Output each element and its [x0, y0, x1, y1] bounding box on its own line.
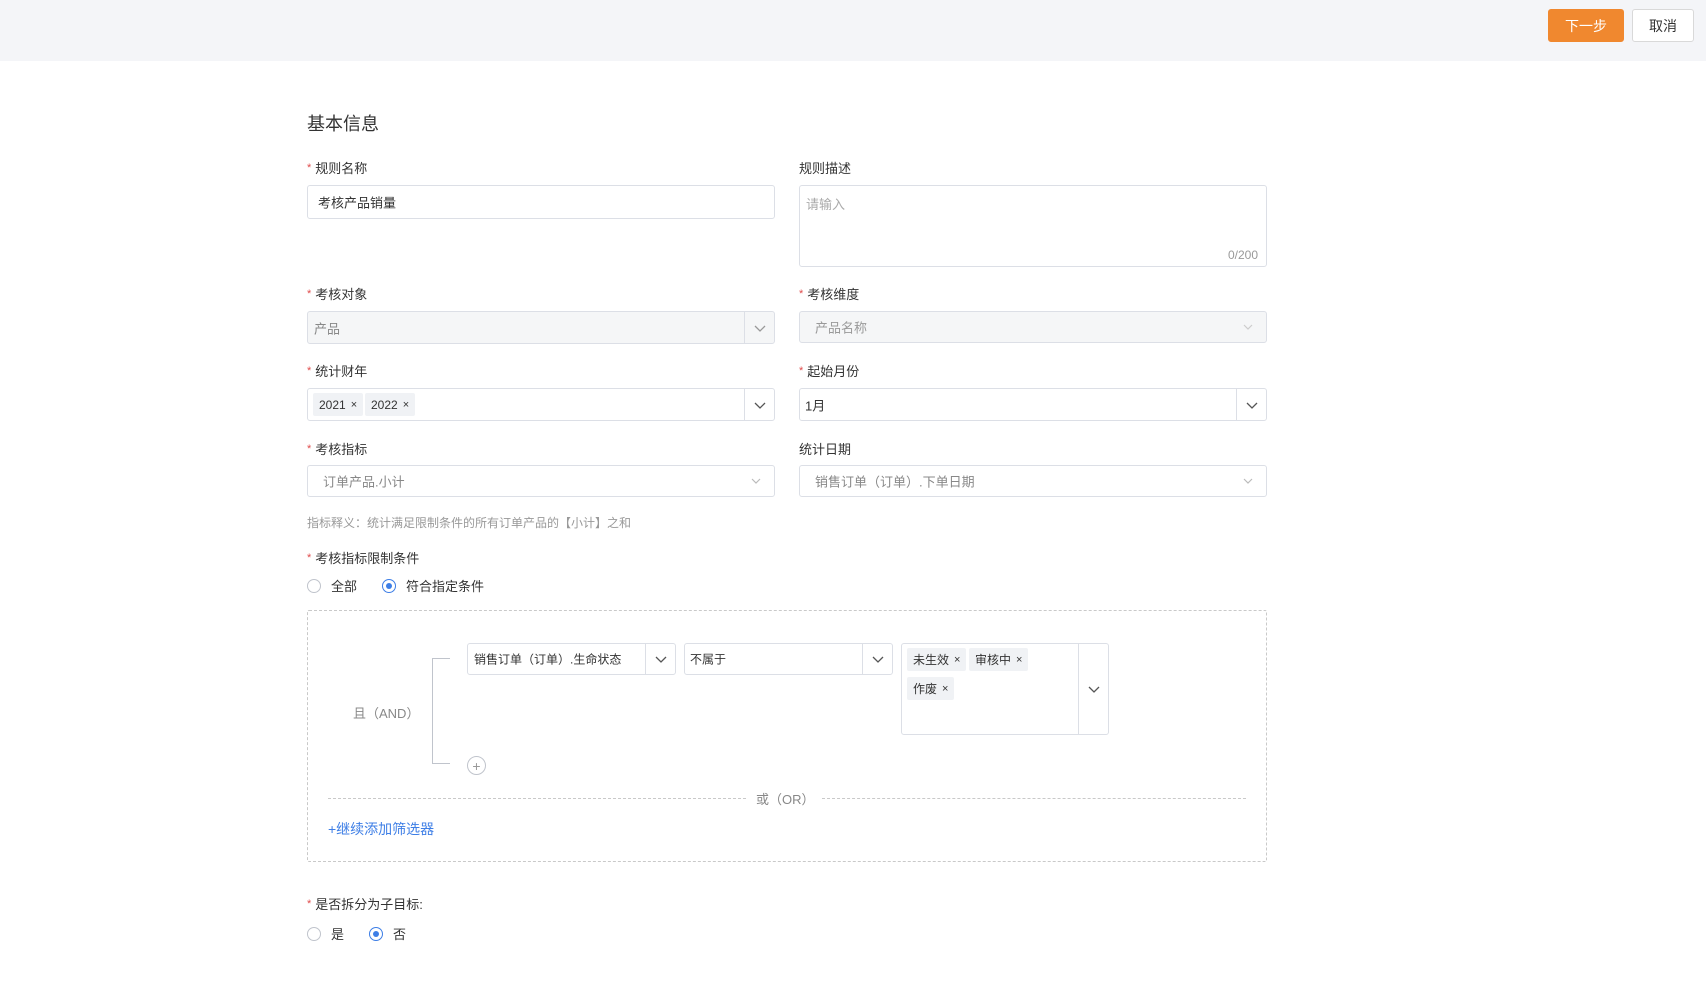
start-month-label: * 起始月份 [799, 361, 859, 380]
assess-object-label-text: 考核对象 [315, 287, 368, 302]
char-counter: 0/200 [1227, 248, 1258, 262]
chevron-down-icon [1243, 324, 1253, 330]
and-bracket [432, 658, 450, 764]
tag-text: 2022 [371, 397, 398, 412]
condition-radio-group: 全部 符合指定条件 [307, 576, 484, 595]
condition-option-specified[interactable]: 符合指定条件 [382, 576, 484, 595]
start-month-label-text: 起始月份 [807, 364, 860, 379]
split-label: * 是否拆分为子目标: [307, 894, 423, 913]
chevron-down-icon[interactable] [1236, 389, 1266, 420]
top-toolbar [0, 0, 1706, 61]
split-option-yes[interactable]: 是 [307, 924, 344, 943]
chevron-down-icon [1243, 478, 1253, 484]
chevron-down-icon[interactable] [645, 644, 675, 674]
filter-operator-select[interactable]: 不属于 [684, 643, 893, 675]
next-step-button[interactable]: 下一步 [1548, 9, 1624, 42]
assess-dimension-value: 产品名称 [815, 320, 868, 336]
required-mark: * [307, 162, 312, 174]
filter-value-tag: 审核中 × [969, 648, 1029, 671]
radio-label: 全部 [331, 579, 358, 594]
radio-button[interactable] [307, 578, 321, 593]
section-title: 基本信息 [307, 114, 379, 134]
assess-object-select[interactable]: 产品 [307, 311, 775, 344]
assess-metric-select[interactable]: 订单产品.小计 [307, 465, 775, 497]
split-label-text: 是否拆分为子目标: [315, 897, 423, 912]
and-label: 且（AND） [353, 706, 420, 721]
radio-label: 符合指定条件 [406, 579, 485, 594]
close-icon[interactable]: × [351, 399, 357, 411]
radio-button[interactable] [307, 926, 321, 941]
condition-label: * 考核指标限制条件 [307, 548, 419, 567]
close-icon[interactable]: × [954, 654, 960, 666]
rule-name-value: 考核产品销量 [318, 195, 397, 211]
tag-text: 2021 [319, 397, 346, 412]
start-month-select[interactable]: 1月 [799, 388, 1267, 421]
filter-field-value: 销售订单（订单）.生命状态 [474, 652, 622, 667]
rule-desc-label-text: 规则描述 [799, 161, 852, 176]
assess-object-label: * 考核对象 [307, 284, 367, 303]
tag-text: 未生效 [913, 653, 950, 667]
chevron-down-icon[interactable] [744, 389, 774, 420]
assess-object-value: 产品 [314, 321, 341, 336]
fiscal-year-label: * 统计财年 [307, 361, 367, 380]
tag-text: 作废 [913, 682, 938, 696]
stat-date-select[interactable]: 销售订单（订单）.下单日期 [799, 465, 1267, 497]
rule-desc-placeholder: 请输入 [806, 197, 846, 212]
split-option-no[interactable]: 否 [369, 924, 406, 943]
split-radio-group: 是 否 [307, 924, 406, 943]
assess-dimension-select[interactable]: 产品名称 [799, 311, 1267, 343]
chevron-down-icon[interactable] [1078, 644, 1108, 734]
close-icon[interactable]: × [403, 399, 409, 411]
stat-date-label-text: 统计日期 [799, 442, 852, 457]
required-mark: * [307, 365, 312, 377]
required-mark: * [799, 365, 804, 377]
assess-dimension-label-text: 考核维度 [807, 287, 860, 302]
close-icon[interactable]: × [1016, 654, 1022, 666]
filter-value-tag: 作废 × [907, 677, 955, 700]
stat-date-label: 统计日期 [799, 439, 851, 458]
plus-circle-icon[interactable]: + [467, 756, 486, 775]
filter-value-multiselect[interactable]: 未生效 × 审核中 × 作废 × [901, 643, 1109, 735]
assess-metric-label-text: 考核指标 [315, 442, 368, 457]
required-mark: * [307, 898, 312, 910]
radio-button[interactable] [382, 578, 397, 593]
tag-text: 审核中 [975, 653, 1012, 667]
fiscal-year-tag: 2021 × [313, 393, 364, 416]
add-filter-link[interactable]: +继续添加筛选器 [328, 819, 434, 839]
rule-name-label: * 规则名称 [307, 158, 367, 177]
metric-explanation: 指标释义：统计满足限制条件的所有订单产品的【小计】之和 [307, 516, 632, 530]
fiscal-year-multiselect[interactable]: 2021 × 2022 × [307, 388, 775, 421]
filter-field-select[interactable]: 销售订单（订单）.生命状态 [467, 643, 676, 675]
required-mark: * [307, 288, 312, 300]
rule-desc-textarea[interactable]: 请输入 0/200 [799, 185, 1267, 267]
rule-name-label-text: 规则名称 [315, 161, 368, 176]
cancel-button[interactable]: 取消 [1632, 9, 1694, 42]
start-month-value: 1月 [805, 398, 826, 413]
fiscal-year-tag: 2022 × [365, 393, 416, 416]
or-label: 或（OR） [756, 792, 815, 807]
or-divider-right [822, 798, 1246, 799]
assess-dimension-label: * 考核维度 [799, 284, 859, 303]
or-divider-left [328, 798, 746, 799]
filter-value-tag: 未生效 × [907, 648, 967, 671]
rule-name-input[interactable]: 考核产品销量 [307, 185, 775, 219]
chevron-down-icon [751, 478, 761, 484]
radio-label: 是 [331, 927, 345, 942]
required-mark: * [799, 288, 804, 300]
stat-date-value: 销售订单（订单）.下单日期 [815, 474, 975, 490]
required-mark: * [307, 443, 312, 455]
close-icon[interactable]: × [942, 683, 948, 695]
condition-option-all[interactable]: 全部 [307, 576, 357, 595]
fiscal-year-label-text: 统计财年 [315, 364, 368, 379]
chevron-down-icon[interactable] [744, 312, 774, 343]
radio-label: 否 [393, 927, 407, 942]
assess-metric-label: * 考核指标 [307, 439, 367, 458]
assess-metric-value: 订单产品.小计 [323, 474, 405, 490]
radio-button[interactable] [369, 926, 384, 941]
rule-desc-label: 规则描述 [799, 158, 851, 177]
required-mark: * [307, 552, 312, 564]
condition-label-text: 考核指标限制条件 [315, 551, 420, 566]
filter-operator-value: 不属于 [690, 652, 727, 667]
chevron-down-icon[interactable] [862, 644, 892, 674]
